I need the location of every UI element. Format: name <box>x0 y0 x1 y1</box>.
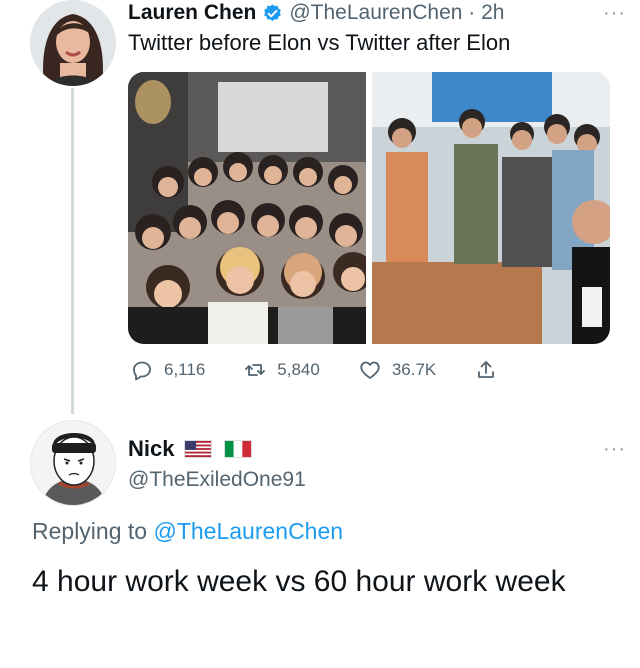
share-button[interactable] <box>474 358 498 382</box>
author-handle-time[interactable]: @TheLaurenChen · 2h <box>289 1 504 25</box>
reply-count: 6,116 <box>164 360 206 379</box>
reply-author-avatar[interactable] <box>30 420 116 506</box>
author-avatar[interactable] <box>30 0 116 86</box>
like-button[interactable]: 36.7K <box>358 358 436 382</box>
reply-header: Nick <box>128 436 264 462</box>
reply-more-button[interactable]: ··· <box>603 438 626 461</box>
italy-flag-icon <box>224 440 253 458</box>
replying-to-mention[interactable]: @TheLaurenChen <box>153 518 343 544</box>
author-name[interactable]: Lauren Chen <box>128 1 256 25</box>
tweet-header: Lauren Chen @TheLaurenChen · 2h <box>128 0 504 26</box>
verified-badge-icon <box>262 3 283 24</box>
replying-to: Replying to @TheLaurenChen <box>32 518 343 545</box>
reply-text: 4 hour work week vs 60 hour work week <box>32 565 566 598</box>
thread-connector-line <box>71 88 74 414</box>
retweet-icon <box>245 364 266 376</box>
retweet-count: 5,840 <box>277 360 320 379</box>
tweet-media[interactable] <box>128 72 610 344</box>
like-icon <box>360 361 380 379</box>
retweet-button[interactable]: 5,840 <box>243 358 320 382</box>
like-count: 36.7K <box>391 360 437 379</box>
share-icon <box>478 361 495 378</box>
us-flag-icon <box>184 440 213 458</box>
reply-button[interactable]: 6,116 <box>130 358 205 382</box>
reply-icon <box>133 361 151 381</box>
photo-after[interactable] <box>372 72 610 344</box>
tweet-more-button[interactable]: ··· <box>603 2 626 25</box>
reply-author-name[interactable]: Nick <box>128 436 174 462</box>
photo-before[interactable] <box>128 72 366 344</box>
tweet-action-bar: 6,116 5,840 36.7K <box>130 358 536 382</box>
reply-author-handle[interactable]: @TheExiledOne91 <box>128 468 306 492</box>
tweet-text: Twitter before Elon vs Twitter after Elo… <box>128 30 511 55</box>
replying-to-prefix: Replying to <box>32 518 154 544</box>
